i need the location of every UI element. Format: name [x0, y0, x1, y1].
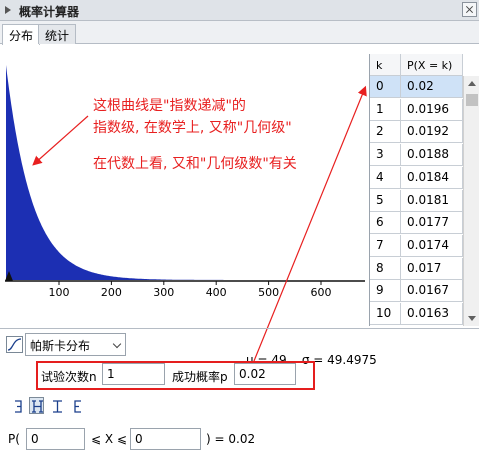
- cell-p: 0.0196: [401, 98, 463, 121]
- table-row[interactable]: 8 0.017: [370, 257, 463, 280]
- x-tick-label: 100: [49, 286, 70, 299]
- cell-p: 0.0188: [401, 144, 463, 167]
- cell-p: 0.0174: [401, 234, 463, 257]
- table-row[interactable]: 9 0.0167: [370, 280, 463, 303]
- cell-k: 1: [370, 98, 401, 121]
- plot-canvas: 100 200 300 400 500 600: [5, 65, 365, 299]
- upper-bound-input[interactable]: 0: [130, 428, 201, 450]
- scroll-up-icon[interactable]: [468, 81, 476, 86]
- x-axis-ticks: 100 200 300 400 500 600: [49, 281, 332, 299]
- cell-k: 6: [370, 212, 401, 235]
- cell-p: 0.017: [401, 257, 463, 280]
- table-header: k P(X = k): [370, 54, 463, 76]
- annotation-line-2: 指数级, 在数学上, 又称"几何级": [93, 120, 292, 136]
- prob-result: ) = 0.02: [206, 432, 256, 446]
- x-tick-label: 300: [153, 286, 174, 299]
- interval-button[interactable]: [29, 397, 44, 414]
- table-row[interactable]: 10 0.0163: [370, 303, 463, 325]
- cell-k: 10: [370, 303, 401, 325]
- table-row[interactable]: 4 0.0184: [370, 166, 463, 189]
- two-tailed-button[interactable]: [49, 397, 64, 414]
- prob-prefix: P(: [8, 432, 20, 446]
- distribution-row: 帕斯卡分布: [0, 333, 479, 357]
- cell-p: 0.0184: [401, 166, 463, 189]
- cell-k: 4: [370, 166, 401, 189]
- collapse-triangle-icon[interactable]: [5, 6, 11, 14]
- trials-label: 试验次数n: [41, 370, 97, 384]
- prob-middle: ⩽ X ⩽: [91, 432, 127, 446]
- x-tick-label: 600: [311, 286, 332, 299]
- probability-row: P( 0 ⩽ X ⩽ 0 ) = 0.02: [0, 427, 479, 451]
- cell-p: 0.02: [401, 76, 463, 98]
- scroll-thumb[interactable]: [466, 94, 478, 106]
- cell-p: 0.0163: [401, 303, 463, 325]
- table-row[interactable]: 3 0.0188: [370, 144, 463, 167]
- probability-table[interactable]: k P(X = k) 0 0.02 1 0.0196 2 0.0192 3 0.0188 4 0.…: [369, 54, 479, 326]
- success-prob-label: 成功概率p: [172, 370, 228, 384]
- distribution-select-value: 帕斯卡分布: [30, 339, 91, 353]
- distribution-plot[interactable]: 100 200 300 400 500 600 μ = 49 σ = 49.4975: [0, 45, 377, 367]
- tab-statistics[interactable]: 统计: [38, 24, 77, 44]
- table-row[interactable]: 2 0.0192: [370, 121, 463, 144]
- cell-p: 0.0192: [401, 121, 463, 144]
- cell-k: 5: [370, 189, 401, 212]
- x-tick-label: 500: [258, 286, 279, 299]
- table-row[interactable]: 6 0.0177: [370, 212, 463, 235]
- window-title: 概率计算器: [19, 5, 80, 19]
- distribution-select[interactable]: 帕斯卡分布: [25, 333, 126, 356]
- cell-k: 2: [370, 121, 401, 144]
- cell-k: 7: [370, 234, 401, 257]
- cumulative-curve-icon[interactable]: [6, 336, 23, 353]
- table-row[interactable]: 5 0.0181: [370, 189, 463, 212]
- cell-k: 9: [370, 280, 401, 303]
- header-k: k: [370, 54, 401, 76]
- table-row[interactable]: 1 0.0196: [370, 98, 463, 121]
- cell-p: 0.0181: [401, 189, 463, 212]
- annotation-line-3: 在代数上看, 又和"几何级数"有关: [93, 156, 297, 172]
- scroll-down-icon[interactable]: [468, 316, 476, 321]
- annotation-line-1: 这根曲线是"指数递减"的: [93, 98, 246, 114]
- cell-k: 8: [370, 257, 401, 280]
- close-icon[interactable]: [462, 2, 477, 17]
- cell-p: 0.0167: [401, 280, 463, 303]
- cell-p: 0.0177: [401, 212, 463, 235]
- tab-bar: 分布 统计: [0, 21, 479, 45]
- cell-k: 3: [370, 144, 401, 167]
- tab-distribution[interactable]: 分布: [2, 24, 41, 45]
- table-row[interactable]: 7 0.0174: [370, 234, 463, 257]
- left-sided-button[interactable]: [10, 397, 25, 414]
- success-prob-input[interactable]: 0.02: [234, 363, 296, 385]
- window-titlebar: 概率计算器: [0, 0, 479, 21]
- table-row[interactable]: 0 0.02: [370, 76, 463, 98]
- x-tick-label: 200: [101, 286, 122, 299]
- trials-input[interactable]: 1: [102, 363, 165, 385]
- section-divider: [0, 328, 479, 329]
- header-p: P(X = k): [401, 54, 463, 76]
- cell-k: 0: [370, 76, 401, 98]
- x-tick-label: 400: [206, 286, 227, 299]
- right-sided-button[interactable]: [70, 397, 85, 414]
- table-scrollbar[interactable]: [463, 76, 479, 326]
- chevron-down-icon: [112, 339, 122, 349]
- lower-bound-input[interactable]: 0: [26, 428, 85, 450]
